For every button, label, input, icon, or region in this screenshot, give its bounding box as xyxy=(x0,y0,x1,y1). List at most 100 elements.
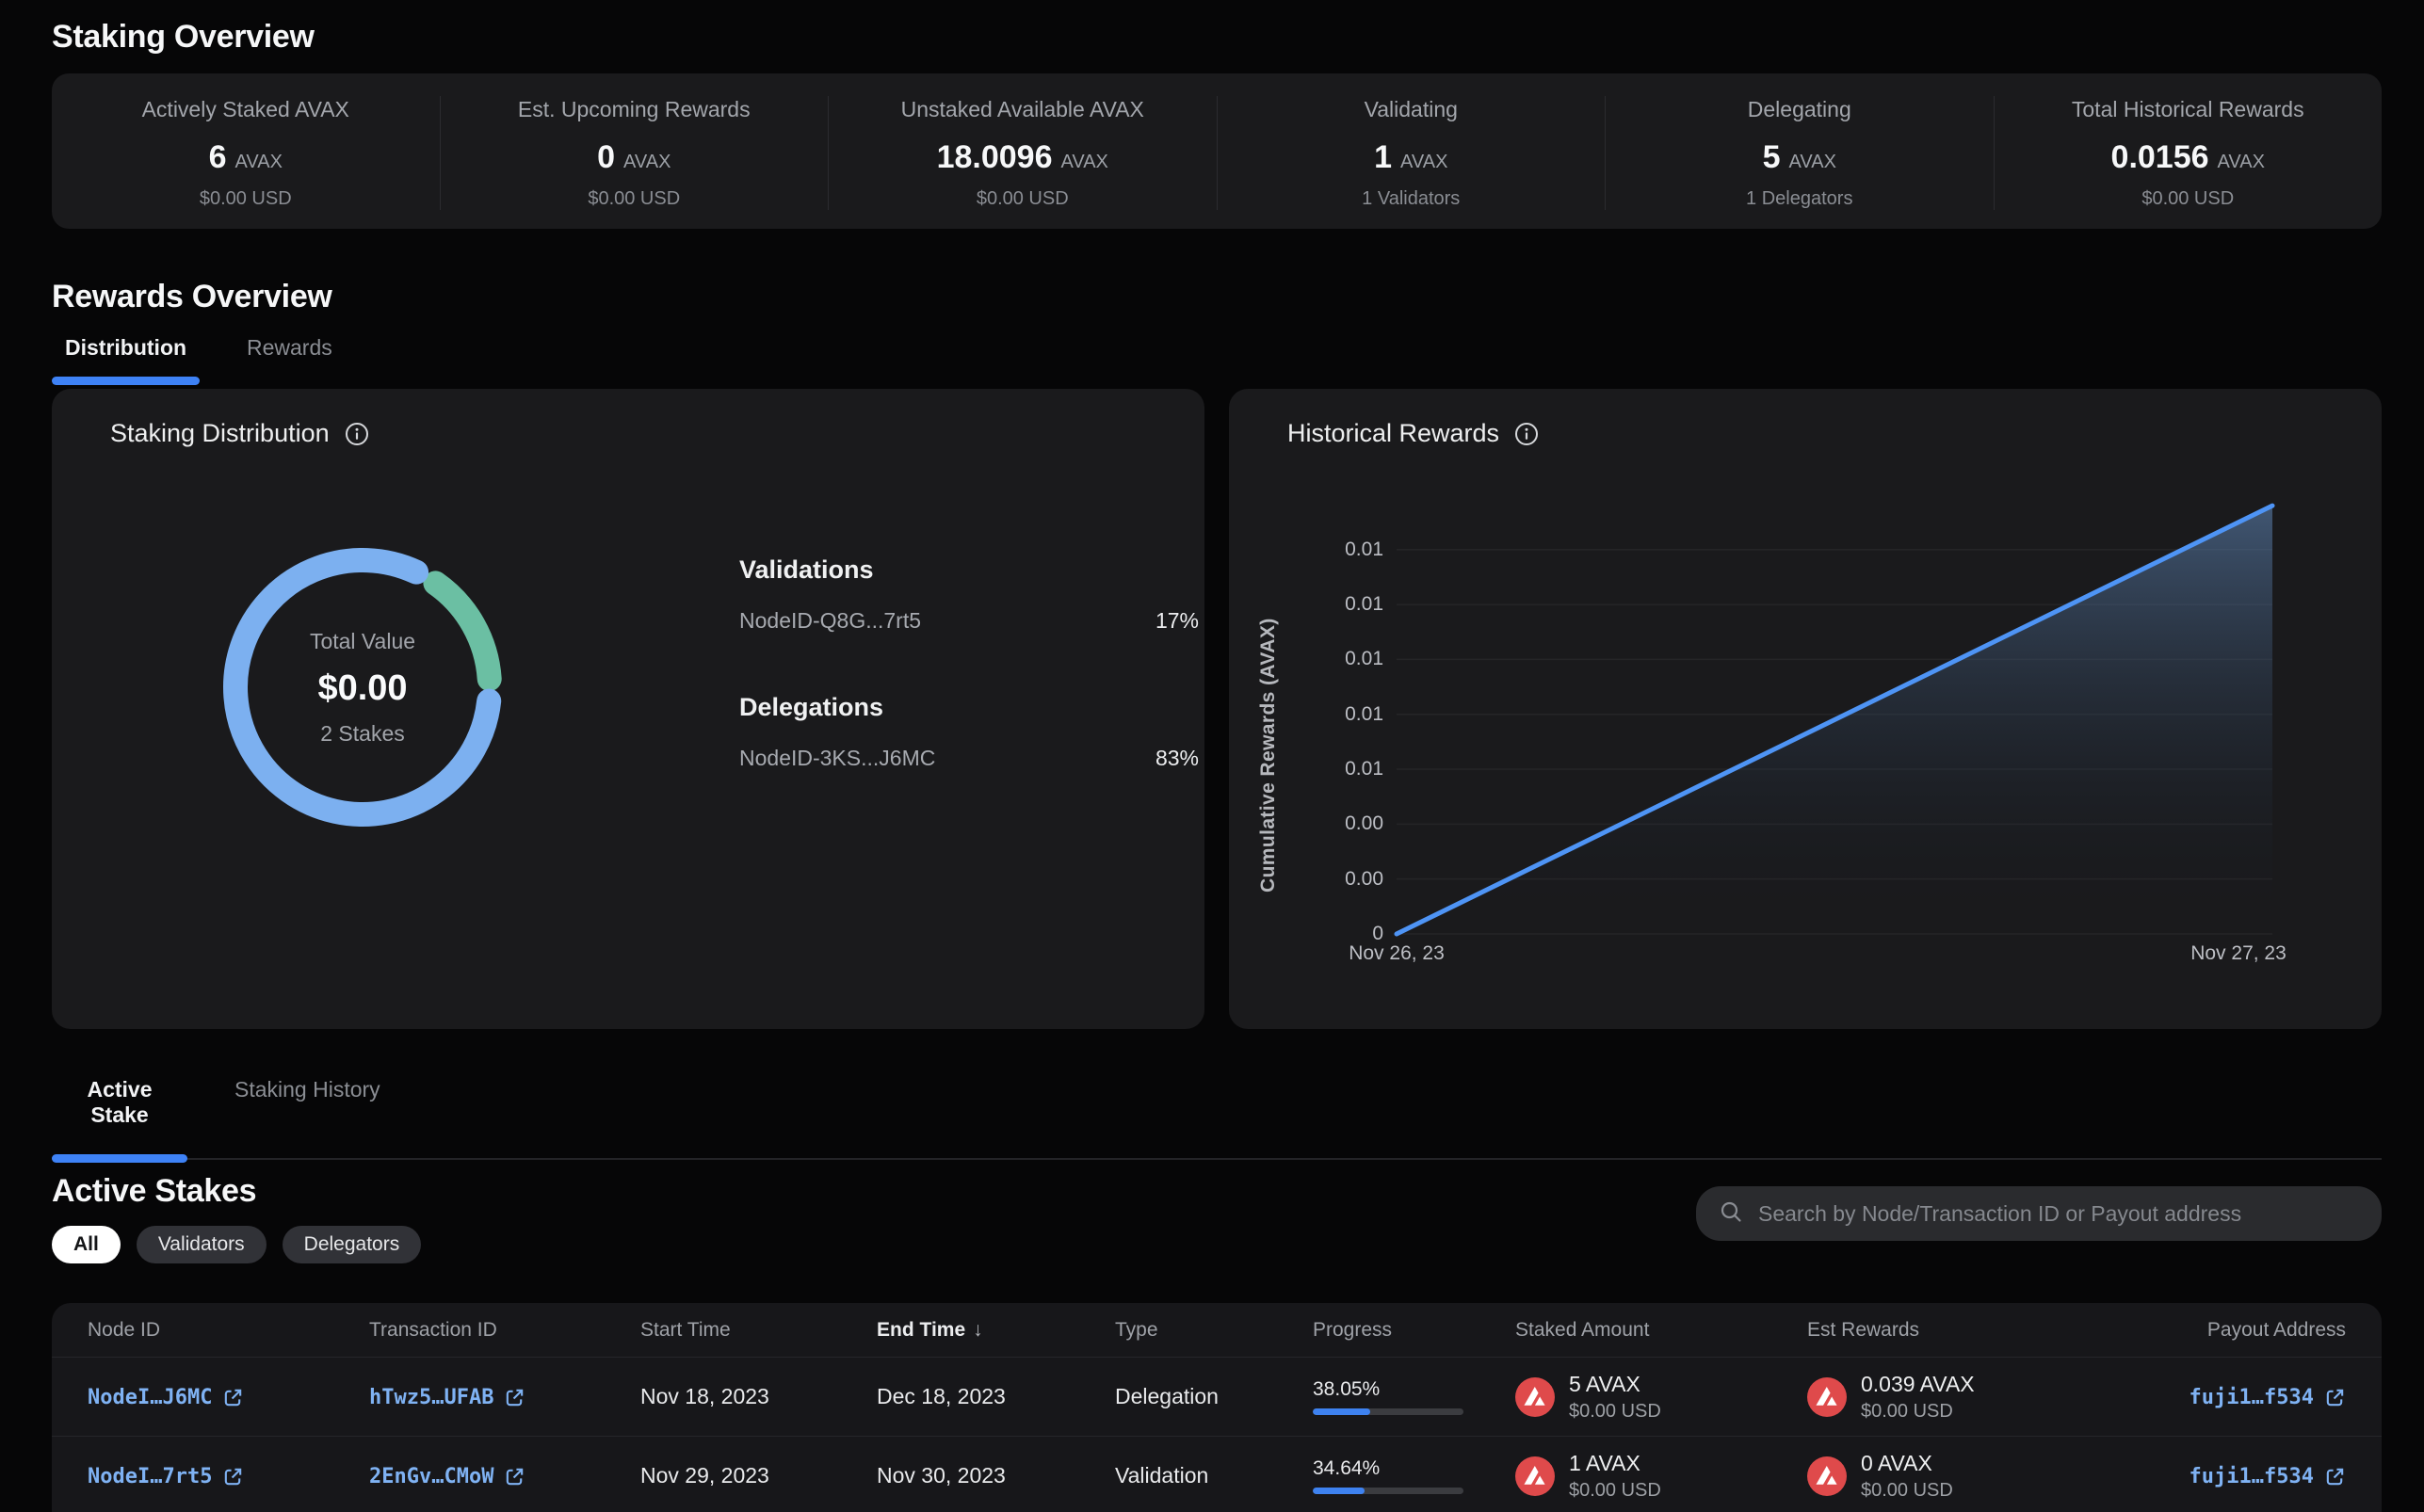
stat-unit: AVAX xyxy=(1061,152,1108,173)
progress-percent: 34.64% xyxy=(1313,1457,1515,1480)
info-icon[interactable] xyxy=(345,422,369,446)
staked-avax: 5 AVAX xyxy=(1569,1372,1661,1397)
donut-total-label: Total Value xyxy=(310,629,415,654)
progress-percent: 38.05% xyxy=(1313,1378,1515,1401)
start-time-cell: Nov 18, 2023 xyxy=(640,1384,877,1409)
tab-rewards[interactable]: Rewards xyxy=(234,335,346,385)
external-link-icon xyxy=(504,1387,525,1408)
stat-sub: $0.00 USD xyxy=(200,188,292,210)
staked-amount-cell: 1 AVAX $0.00 USD xyxy=(1515,1451,1807,1502)
historical-rewards-area-chart xyxy=(1397,507,2272,934)
filter-delegators[interactable]: Delegators xyxy=(283,1226,422,1263)
filter-validators[interactable]: Validators xyxy=(137,1226,267,1263)
rewards-overview-title: Rewards Overview xyxy=(52,279,332,315)
stat-sub: $0.00 USD xyxy=(588,188,680,210)
staking-overview-stats: Actively Staked AVAX 6AVAX $0.00 USD Est… xyxy=(52,73,2382,229)
node-id-link[interactable]: NodeI…J6MC xyxy=(88,1386,244,1409)
stat-upcoming-rewards: Est. Upcoming Rewards 0 AVAX $0.00 USD xyxy=(440,96,829,210)
stake-filters: All Validators Delegators xyxy=(52,1226,421,1263)
est-rewards-cell: 0.039 AVAX$0.00 USD xyxy=(1807,1372,2190,1423)
progress-bar xyxy=(1313,1408,1463,1415)
stat-total-historical-rewards: Total Historical Rewards 0.0156AVAX $0.0… xyxy=(1994,96,2383,210)
donut-stakes-count: 2 Stakes xyxy=(320,721,405,747)
search-icon xyxy=(1719,1199,1743,1229)
x-tick-end: Nov 27, 23 xyxy=(2190,942,2287,965)
stat-value: 0 xyxy=(597,139,615,176)
validation-percent: 17% xyxy=(1155,607,1199,634)
stat-unit: AVAX xyxy=(2218,152,2265,173)
staked-usd: $0.00 USD xyxy=(1569,1480,1661,1502)
transaction-id-link[interactable]: hTwz5…UFAB xyxy=(369,1386,525,1409)
header-start-time[interactable]: Start Time xyxy=(640,1319,877,1342)
stat-value: 6 xyxy=(209,139,227,176)
search-input[interactable] xyxy=(1758,1201,2359,1227)
est-usd: $0.00 USD xyxy=(1861,1480,1953,1502)
staking-dashboard: Staking Overview Actively Staked AVAX 6A… xyxy=(0,0,2424,1512)
node-id-link[interactable]: NodeI…7rt5 xyxy=(88,1465,244,1488)
tab-staking-history[interactable]: Staking History xyxy=(221,1077,394,1158)
stat-label: Unstaked Available AVAX xyxy=(901,97,1144,122)
y-tick-label: 0.00 xyxy=(1229,866,1383,893)
avax-token-icon xyxy=(1515,1456,1555,1496)
stat-value: 0.0156 xyxy=(2111,139,2209,176)
header-node-id[interactable]: Node ID xyxy=(88,1319,369,1342)
header-progress[interactable]: Progress xyxy=(1313,1319,1515,1342)
est-usd: $0.00 USD xyxy=(1861,1401,1975,1423)
est-rewards-cell: 0 AVAX $0.00 USD xyxy=(1807,1451,2190,1502)
header-staked-amount[interactable]: Staked Amount xyxy=(1515,1319,1807,1342)
header-est-rewards[interactable]: Est Rewards xyxy=(1807,1319,2207,1342)
est-avax: 0 AVAX xyxy=(1861,1451,1953,1476)
start-time-cell: Nov 29, 2023 xyxy=(640,1463,877,1488)
historical-rewards-title: Historical Rewards xyxy=(1287,419,1499,448)
avax-token-icon xyxy=(1807,1456,1847,1496)
header-payout-address[interactable]: Payout Address xyxy=(2207,1319,2346,1342)
validations-group-title: Validations xyxy=(739,556,1199,583)
progress-cell: 34.64% xyxy=(1313,1457,1515,1494)
staked-avax: 1 AVAX xyxy=(1569,1451,1661,1476)
donut-total-value: $0.00 xyxy=(317,668,407,709)
external-link-icon xyxy=(222,1387,244,1408)
y-tick-label: 0.00 xyxy=(1229,811,1383,837)
tab-active-stake[interactable]: Active Stake xyxy=(52,1077,187,1158)
y-tick-label: 0.01 xyxy=(1229,591,1383,618)
search-bar xyxy=(1696,1186,2382,1241)
donut-center-text: Total Value $0.00 2 Stakes xyxy=(217,541,509,833)
stat-value: 18.0096 xyxy=(937,139,1053,176)
staking-distribution-card: Staking Distribution Total Value $0.00 2… xyxy=(52,389,1204,1029)
y-tick-label: 0.01 xyxy=(1229,756,1383,782)
stat-unstaked-available: Unstaked Available AVAX 18.0096AVAX $0.0… xyxy=(828,96,1217,210)
info-icon[interactable] xyxy=(1514,422,1539,446)
historical-rewards-card: Historical Rewards Cumulative Rewards (A… xyxy=(1229,389,2382,1029)
type-cell: Validation xyxy=(1115,1463,1313,1488)
stat-validating: Validating 1AVAX 1 Validators xyxy=(1217,96,1606,210)
staking-distribution-title: Staking Distribution xyxy=(110,419,330,448)
staked-usd: $0.00 USD xyxy=(1569,1401,1661,1423)
tab-distribution[interactable]: Distribution xyxy=(52,335,200,385)
stat-label: Total Historical Rewards xyxy=(2072,97,2304,122)
transaction-id-link[interactable]: 2EnGv…CMoW xyxy=(369,1465,525,1488)
payout-address-link[interactable]: fuji1…f534 xyxy=(2190,1465,2346,1488)
validation-item: NodeID-Q8G...7rt5 17% xyxy=(739,607,1199,634)
table-row: NodeI…J6MC hTwz5…UFAB Nov 18, 2023 Dec 1… xyxy=(52,1357,2382,1436)
stat-label: Actively Staked AVAX xyxy=(142,97,349,122)
payout-address-link[interactable]: fuji1…f534 xyxy=(2190,1386,2346,1409)
header-transaction-id[interactable]: Transaction ID xyxy=(369,1319,640,1342)
stat-unit: AVAX xyxy=(623,152,671,173)
end-time-cell: Dec 18, 2023 xyxy=(877,1384,1115,1409)
stat-delegating: Delegating 5AVAX 1 Delegators xyxy=(1605,96,1994,210)
stat-label: Validating xyxy=(1365,97,1458,122)
page-title: Staking Overview xyxy=(52,19,315,56)
stat-sub: 1 Delegators xyxy=(1746,188,1852,210)
header-end-time[interactable]: End Time↓ xyxy=(877,1319,1115,1342)
sort-descending-icon: ↓ xyxy=(973,1319,983,1341)
y-tick-label: 0.01 xyxy=(1229,537,1383,563)
stat-actively-staked: Actively Staked AVAX 6AVAX $0.00 USD xyxy=(52,96,440,210)
header-type[interactable]: Type xyxy=(1115,1319,1313,1342)
external-link-icon xyxy=(504,1466,525,1488)
stat-label: Est. Upcoming Rewards xyxy=(518,97,751,122)
table-row: NodeI…7rt5 2EnGv…CMoW Nov 29, 2023 Nov 3… xyxy=(52,1436,2382,1512)
filter-all[interactable]: All xyxy=(52,1226,121,1263)
external-link-icon xyxy=(2324,1387,2346,1408)
progress-cell: 38.05% xyxy=(1313,1378,1515,1415)
rewards-overview-tabs: Distribution Rewards xyxy=(52,335,346,385)
